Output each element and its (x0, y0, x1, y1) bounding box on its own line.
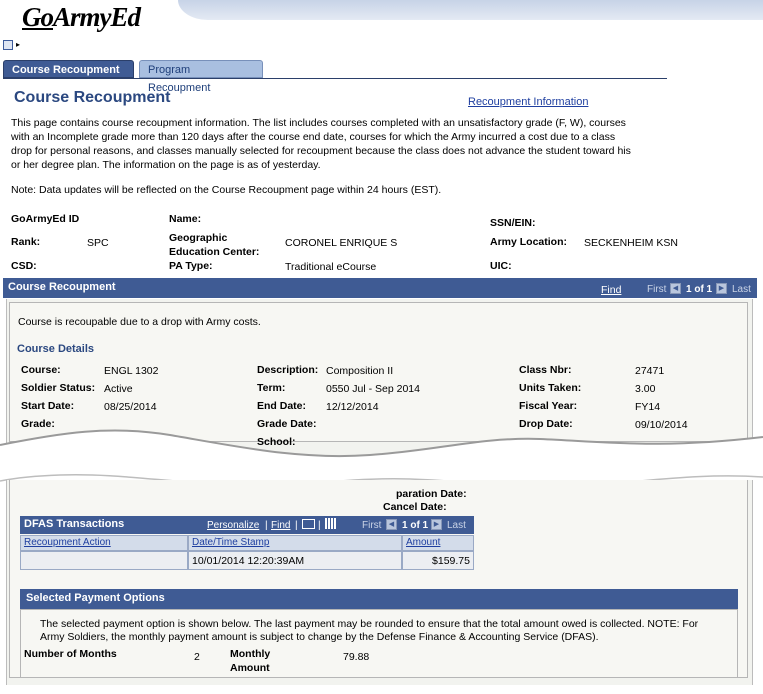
payment-options-text: The selected payment option is shown bel… (40, 618, 699, 643)
cell-amount: $159.75 (402, 551, 474, 570)
page-title: Course Recoupment (14, 89, 171, 106)
grid-title: Course Recoupment (8, 281, 116, 293)
name-label: Name: (169, 213, 202, 225)
fiscal-year-value: FY14 (635, 401, 661, 413)
grid-find-link[interactable]: Find (601, 284, 621, 296)
recoupment-information-link[interactable]: Recoupment Information (468, 96, 588, 108)
view-all-icon[interactable] (302, 519, 315, 529)
army-location-label: Army Location: (490, 236, 568, 248)
course-value: ENGL 1302 (104, 365, 159, 377)
recoup-message: Course is recoupable due to a drop with … (18, 316, 261, 328)
dfas-row-count: 1 of 1 (402, 520, 429, 531)
dfas-title: DFAS Transactions (24, 518, 125, 530)
cell-timestamp: 10/01/2014 12:20:39AM (188, 551, 402, 570)
logo-rest-text: ArmyEd (53, 2, 141, 32)
rank-value: SPC (87, 237, 109, 249)
goarmyed-logo[interactable]: GoArmyEd (22, 2, 141, 33)
start-date-label: Start Date: (21, 400, 75, 412)
end-date-label: End Date: (257, 400, 307, 412)
monthly-amount-label-1: Monthly (230, 648, 271, 660)
monthly-amount-value: 79.88 (343, 651, 370, 663)
dfas-first-label: First (362, 520, 382, 531)
soldier-status-label: Soldier Status: (21, 382, 96, 394)
army-location-value: SECKENHEIM KSN (584, 237, 678, 249)
description-value: Composition II (326, 365, 394, 377)
course-details-heading: Course Details (17, 343, 95, 355)
number-of-months-value: 2 (194, 651, 200, 663)
header-swoosh (178, 0, 763, 20)
menu-icon[interactable] (3, 40, 13, 50)
col-date-time-stamp[interactable]: Date/Time Stamp (188, 535, 402, 551)
dfas-find-link[interactable]: Find (271, 520, 290, 531)
number-of-months-label: Number of Months (24, 648, 117, 660)
uic-label: UIC: (490, 260, 512, 272)
units-label: Units Taken: (519, 382, 582, 394)
class-nbr-label: Class Nbr: (519, 364, 572, 376)
dfas-prev-icon[interactable]: ◀ (386, 519, 397, 530)
gec-value: CORONEL ENRIQUE S (285, 237, 398, 249)
term-value: 0550 Jul - Sep 2014 (326, 383, 420, 395)
separation-date-label: paration Date: (396, 488, 467, 500)
dfas-separator: | (265, 520, 268, 531)
term-label: Term: (257, 382, 286, 394)
units-value: 3.00 (635, 383, 656, 395)
dfas-last-label: Last (447, 520, 466, 531)
ssn-label: SSN/EIN: (490, 217, 536, 229)
download-grid-icon[interactable] (325, 518, 336, 529)
tab-course-recoupment[interactable]: Course Recoupment (3, 60, 134, 78)
grid-next-icon[interactable]: ▶ (716, 283, 727, 294)
rank-label: Rank: (11, 236, 41, 248)
dfas-separator-2: | (295, 520, 298, 531)
gec-label-1: Geographic (169, 232, 228, 244)
grid-prev-icon[interactable]: ◀ (670, 283, 681, 294)
col-amount[interactable]: Amount (402, 535, 474, 551)
dfas-separator-3: | (318, 520, 321, 531)
cell-recoupment-action (20, 551, 188, 570)
gec-label-2: Education Center: (169, 246, 260, 258)
course-label: Course: (21, 364, 61, 376)
logo-go-text: Go (22, 2, 54, 32)
csd-label: CSD: (11, 260, 37, 272)
col-recoupment-action[interactable]: Recoupment Action (20, 535, 188, 551)
course-recoupment-grid-header (3, 278, 757, 298)
start-date-value: 08/25/2014 (104, 401, 157, 413)
tab-program-recoupment[interactable]: Program Recoupment (139, 60, 263, 94)
class-nbr-value: 27471 (635, 365, 665, 377)
pa-type-label: PA Type: (169, 260, 213, 272)
pa-type-value: Traditional eCourse (285, 261, 377, 273)
goarmyed-id-label: GoArmyEd ID (11, 213, 80, 225)
monthly-amount-label-2: Amount (230, 662, 270, 674)
intro-text: This page contains course recoupment inf… (11, 117, 631, 171)
payment-options-title: Selected Payment Options (26, 592, 165, 604)
note-text: Note: Data updates will be reflected on … (11, 184, 442, 196)
fiscal-year-label: Fiscal Year: (519, 400, 578, 412)
soldier-status-value: Active (104, 383, 133, 395)
cancel-date-label: Cancel Date: (383, 501, 447, 513)
tab-divider (3, 78, 667, 79)
description-label: Description: (257, 364, 319, 376)
grid-last-label: Last (732, 284, 751, 295)
dfas-next-icon[interactable]: ▶ (431, 519, 442, 530)
dfas-personalize-link[interactable]: Personalize (207, 520, 259, 531)
menu-arrow-icon[interactable]: ▸ (16, 40, 20, 49)
grid-first-label: First (647, 284, 667, 295)
end-date-value: 12/12/2014 (326, 401, 379, 413)
grid-row-count: 1 of 1 (686, 284, 713, 295)
